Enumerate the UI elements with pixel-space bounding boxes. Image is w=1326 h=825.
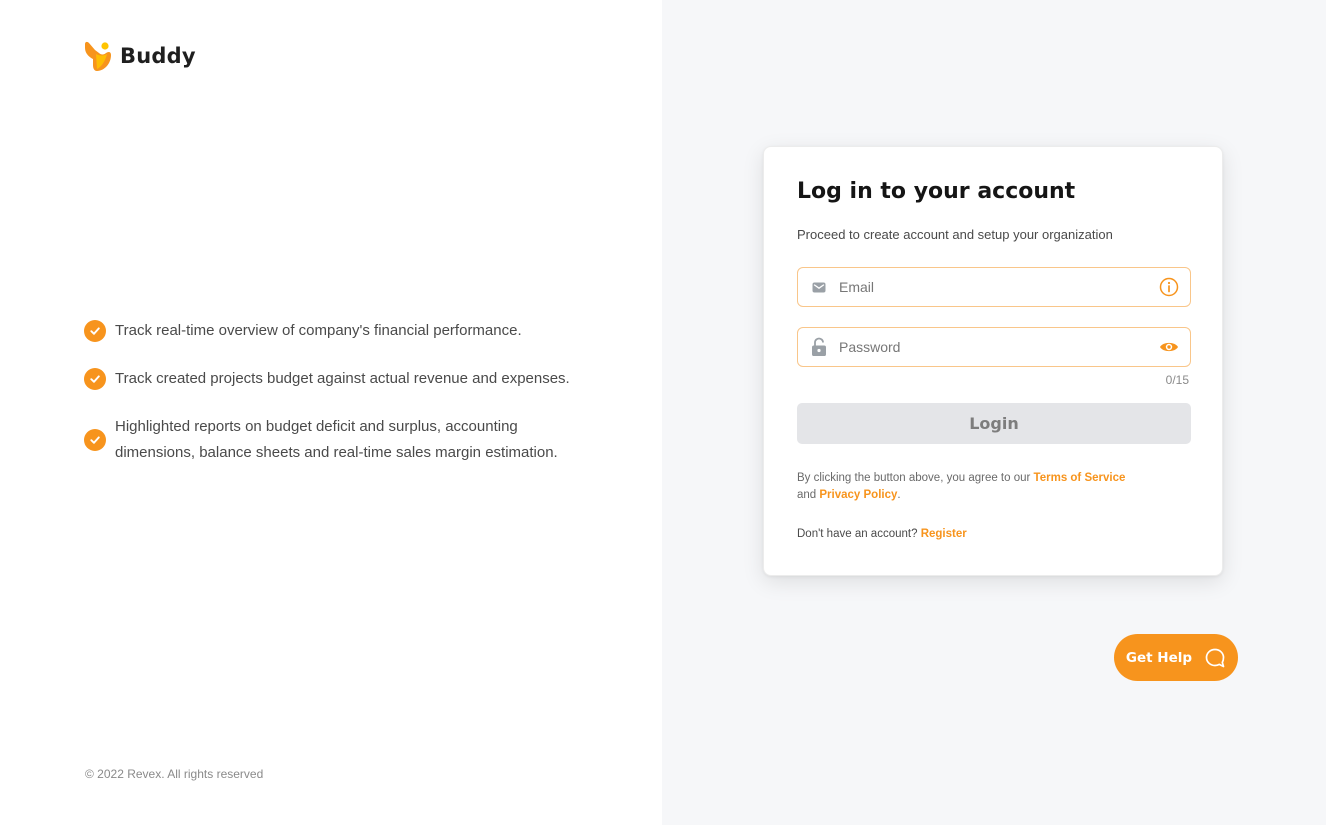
info-icon[interactable]: [1158, 276, 1180, 298]
feature-text: Highlighted reports on budget deficit an…: [115, 418, 558, 461]
left-panel: Buddy Track real-time overview of compan…: [0, 0, 662, 825]
login-button[interactable]: Login: [797, 403, 1191, 444]
email-input[interactable]: [839, 279, 1158, 295]
feature-text: Track created projects budget against ac…: [115, 370, 570, 387]
brand-name: Buddy: [120, 44, 196, 68]
register-link[interactable]: Register: [921, 528, 967, 540]
terms-conjunction: and: [797, 489, 817, 501]
signup-prompt-text: Don't have an account?: [797, 528, 918, 540]
terms-prefix: By clicking the button above, you agree …: [797, 472, 1031, 484]
password-char-counter: 0/15: [1165, 373, 1189, 387]
check-circle-icon: [84, 429, 106, 451]
password-field[interactable]: [797, 327, 1191, 367]
privacy-policy-link[interactable]: Privacy Policy: [819, 489, 897, 501]
check-circle-icon: [84, 320, 106, 342]
brand[interactable]: Buddy: [84, 40, 196, 72]
email-field[interactable]: [797, 267, 1191, 307]
lock-icon: [811, 337, 827, 356]
page-title: Log in to your account: [797, 179, 1076, 204]
feature-item: Highlighted reports on budget deficit an…: [84, 414, 584, 466]
chat-bubble-icon: [1205, 648, 1225, 667]
terms-suffix: .: [897, 489, 901, 501]
get-help-button[interactable]: Get Help: [1114, 634, 1238, 681]
password-input[interactable]: [839, 339, 1158, 355]
check-circle-icon: [84, 368, 106, 390]
feature-item: Track created projects budget against ac…: [84, 366, 584, 392]
feature-item: Track real-time overview of company's fi…: [84, 318, 584, 344]
get-help-label: Get Help: [1125, 649, 1193, 666]
feature-list: Track real-time overview of company's fi…: [84, 318, 584, 488]
signup-prompt: Don't have an account? Register: [797, 528, 967, 540]
terms-notice: By clicking the button above, you agree …: [797, 470, 1191, 504]
eye-icon[interactable]: [1158, 336, 1180, 358]
login-card: Log in to your account Proceed to create…: [763, 146, 1223, 576]
feature-text: Track real-time overview of company's fi…: [115, 322, 522, 339]
terms-of-service-link[interactable]: Terms of Service: [1034, 472, 1126, 484]
page-subtitle: Proceed to create account and setup your…: [797, 227, 1113, 242]
mail-icon: [811, 279, 827, 295]
buddy-logo-icon: [85, 41, 111, 71]
copyright: © 2022 Revex. All rights reserved: [85, 767, 264, 781]
